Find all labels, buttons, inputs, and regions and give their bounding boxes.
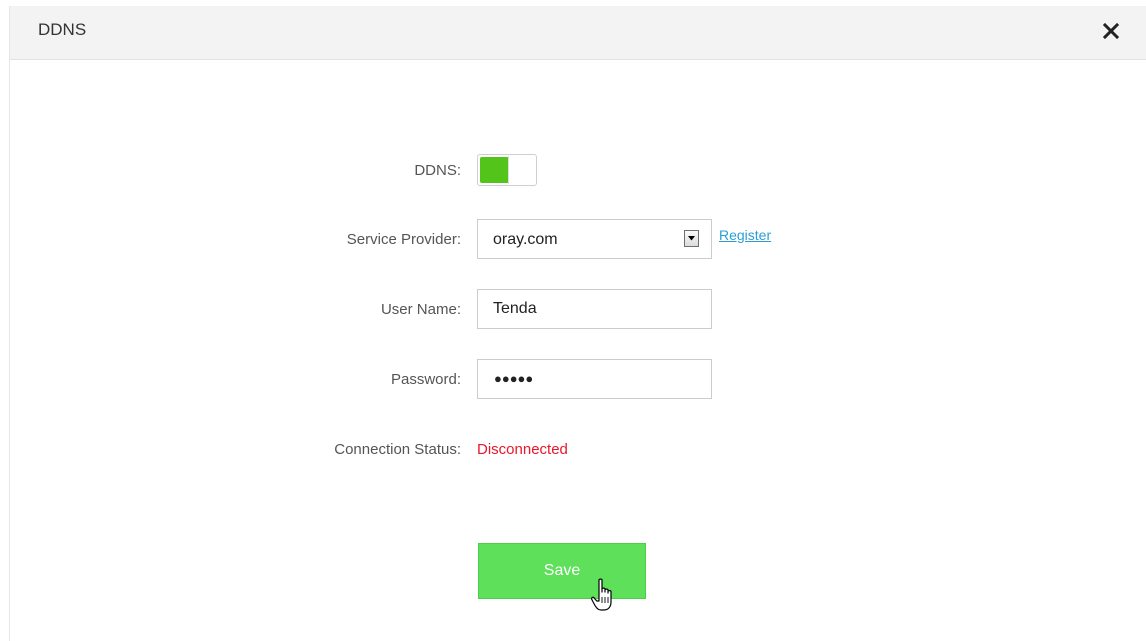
toggle-knob (508, 156, 535, 184)
save-button[interactable]: Save (478, 543, 646, 599)
service-provider-row: Service Provider: oray.com Register (0, 219, 1146, 261)
dialog-title: DDNS (38, 20, 87, 39)
close-button[interactable] (1098, 18, 1124, 44)
service-provider-select[interactable]: oray.com (477, 219, 712, 259)
ddns-toggle[interactable] (477, 154, 537, 186)
close-icon (1103, 23, 1119, 39)
user-name-label: User Name: (380, 301, 461, 318)
user-name-row: User Name: (0, 289, 1146, 331)
password-input[interactable]: ●●●●● (477, 359, 712, 399)
ddns-row: DDNS: (0, 150, 1146, 192)
connection-status-row: Connection Status: Disconnected (0, 429, 1146, 471)
dialog-header: DDNS (10, 6, 1146, 60)
chevron-down-icon[interactable] (684, 230, 699, 247)
user-name-input[interactable] (477, 289, 712, 329)
ddns-label: DDNS: (414, 162, 461, 179)
service-provider-label: Service Provider: (346, 231, 461, 248)
service-provider-value: oray.com (493, 231, 558, 248)
hand-pointer-icon (591, 578, 612, 611)
password-label: Password: (390, 371, 461, 388)
connection-status-value: Disconnected (477, 441, 568, 458)
register-link[interactable]: Register (719, 227, 771, 243)
password-masked-value: ●●●●● (494, 371, 534, 386)
toggle-on-fill (480, 157, 510, 183)
connection-status-label: Connection Status: (334, 441, 461, 458)
password-row: Password: ●●●●● (0, 359, 1146, 401)
